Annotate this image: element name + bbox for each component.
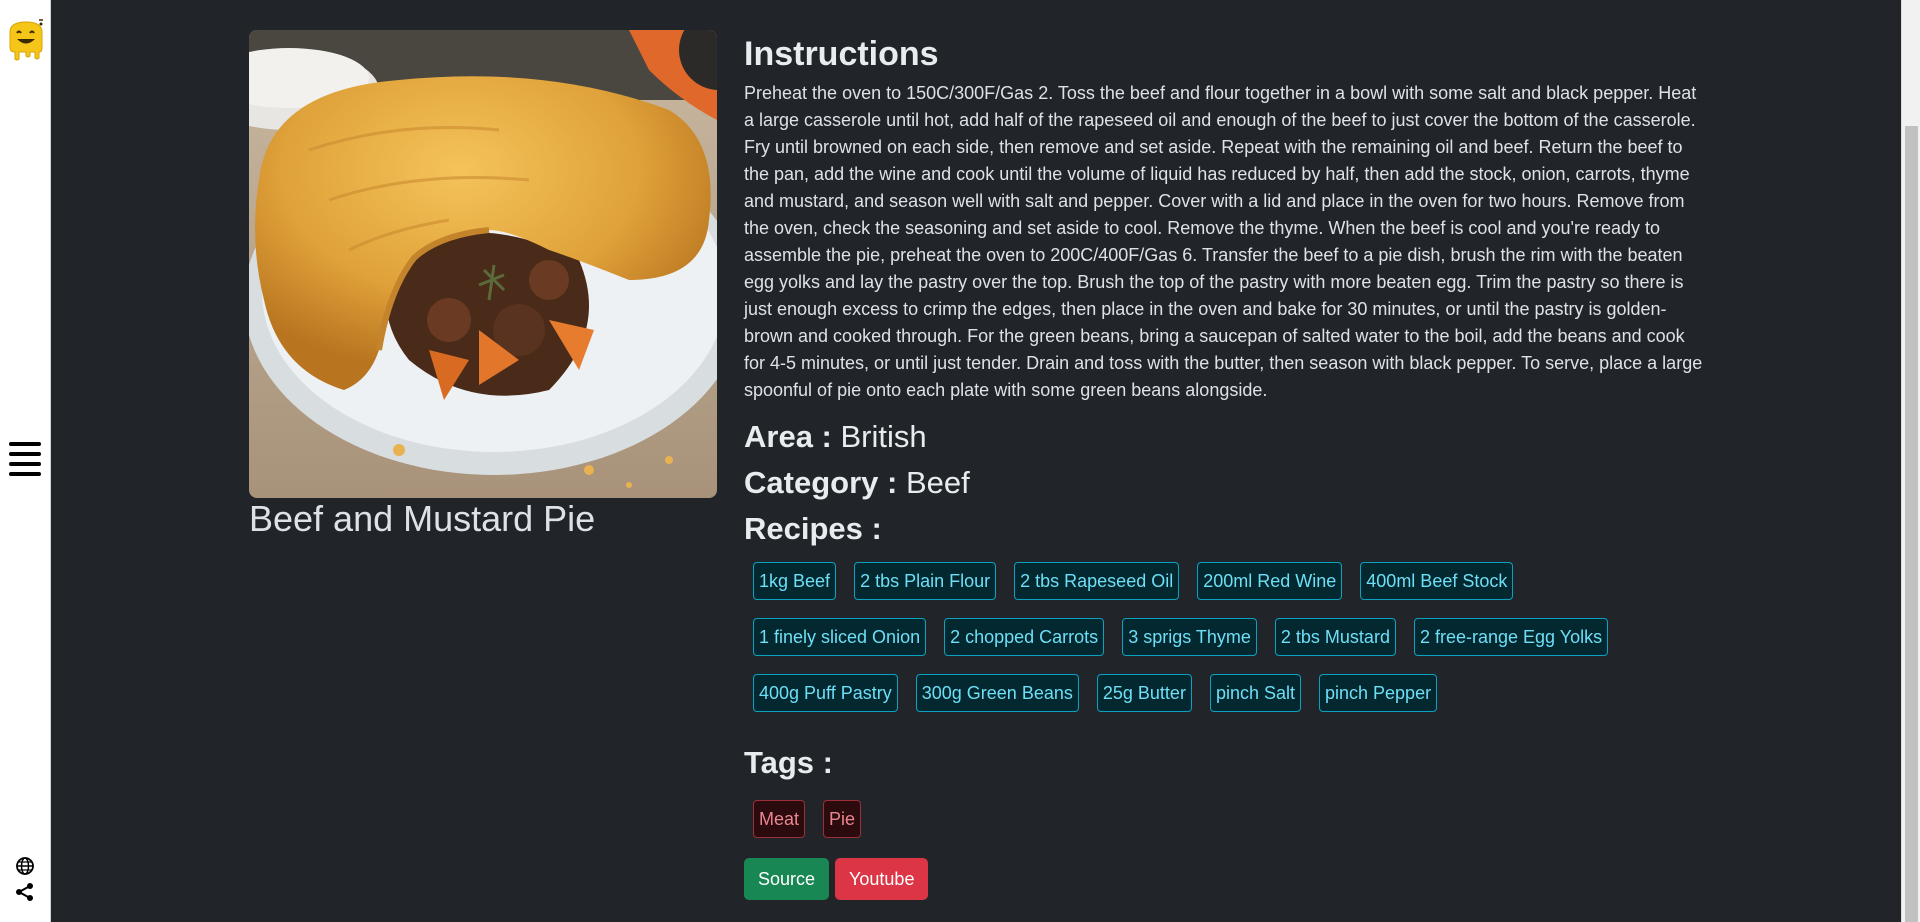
area-value: British [840,419,927,454]
recipes-heading: Recipes : [744,511,882,546]
scrollbar-thumb[interactable] [1905,126,1918,922]
tags-heading: Tags : [744,745,833,780]
ingredient-chip[interactable]: 2 free-range Egg Yolks [1413,618,1609,656]
ingredient-chip[interactable]: 2 chopped Carrots [944,618,1105,656]
ingredient-chip[interactable]: 3 sprigs Thyme [1122,618,1257,656]
recipe-title: Beef and Mustard Pie [249,498,596,539]
action-buttons: Source Youtube [744,858,1706,900]
share-icon[interactable] [15,882,35,902]
area-label: Area : [744,419,832,454]
sidebar [0,0,51,922]
ingredient-chip[interactable]: 1kg Beef [753,562,837,600]
ingredient-chip[interactable]: 2 tbs Mustard [1274,618,1396,656]
tag-badge-meat[interactable]: Meat [753,800,806,838]
page-scrollbar[interactable] [1901,0,1920,922]
recipe-details: Instructions Preheat the oven to 150C/30… [744,30,1706,900]
area-line: Area : British [744,414,1706,460]
ingredient-chip[interactable]: 25g Butter [1096,674,1192,712]
smiley-logo-icon[interactable] [6,18,46,62]
tag-badge-pie[interactable]: Pie [823,800,862,838]
category-line: Category : Beef [744,460,1706,506]
category-label: Category : [744,465,898,500]
instructions-heading: Instructions [744,35,939,73]
tag-list: Meat Pie [744,800,1706,838]
category-value: Beef [905,465,970,500]
hamburger-menu-icon[interactable] [9,442,41,476]
recipe-image [249,30,717,498]
ingredient-chip[interactable]: 300g Green Beans [915,674,1079,712]
ingredient-chip[interactable]: 2 tbs Rapeseed Oil [1014,562,1180,600]
ingredient-chip[interactable]: 1 finely sliced Onion [753,618,927,656]
ingredient-list: 1kg Beef 2 tbs Plain Flour 2 tbs Rapesee… [744,562,1694,730]
instructions-text: Preheat the oven to 150C/300F/Gas 2. Tos… [744,83,1703,400]
ingredient-chip[interactable]: 2 tbs Plain Flour [854,562,997,600]
source-button[interactable]: Source [744,858,830,900]
ingredient-chip[interactable]: pinch Salt [1209,674,1301,712]
globe-icon[interactable] [15,856,35,876]
youtube-button[interactable]: Youtube [835,858,929,900]
ingredient-chip[interactable]: 200ml Red Wine [1197,562,1343,600]
ingredient-chip[interactable]: 400ml Beef Stock [1360,562,1514,600]
ingredient-chip[interactable]: 400g Puff Pastry [753,674,898,712]
ingredient-chip[interactable]: pinch Pepper [1319,674,1438,712]
